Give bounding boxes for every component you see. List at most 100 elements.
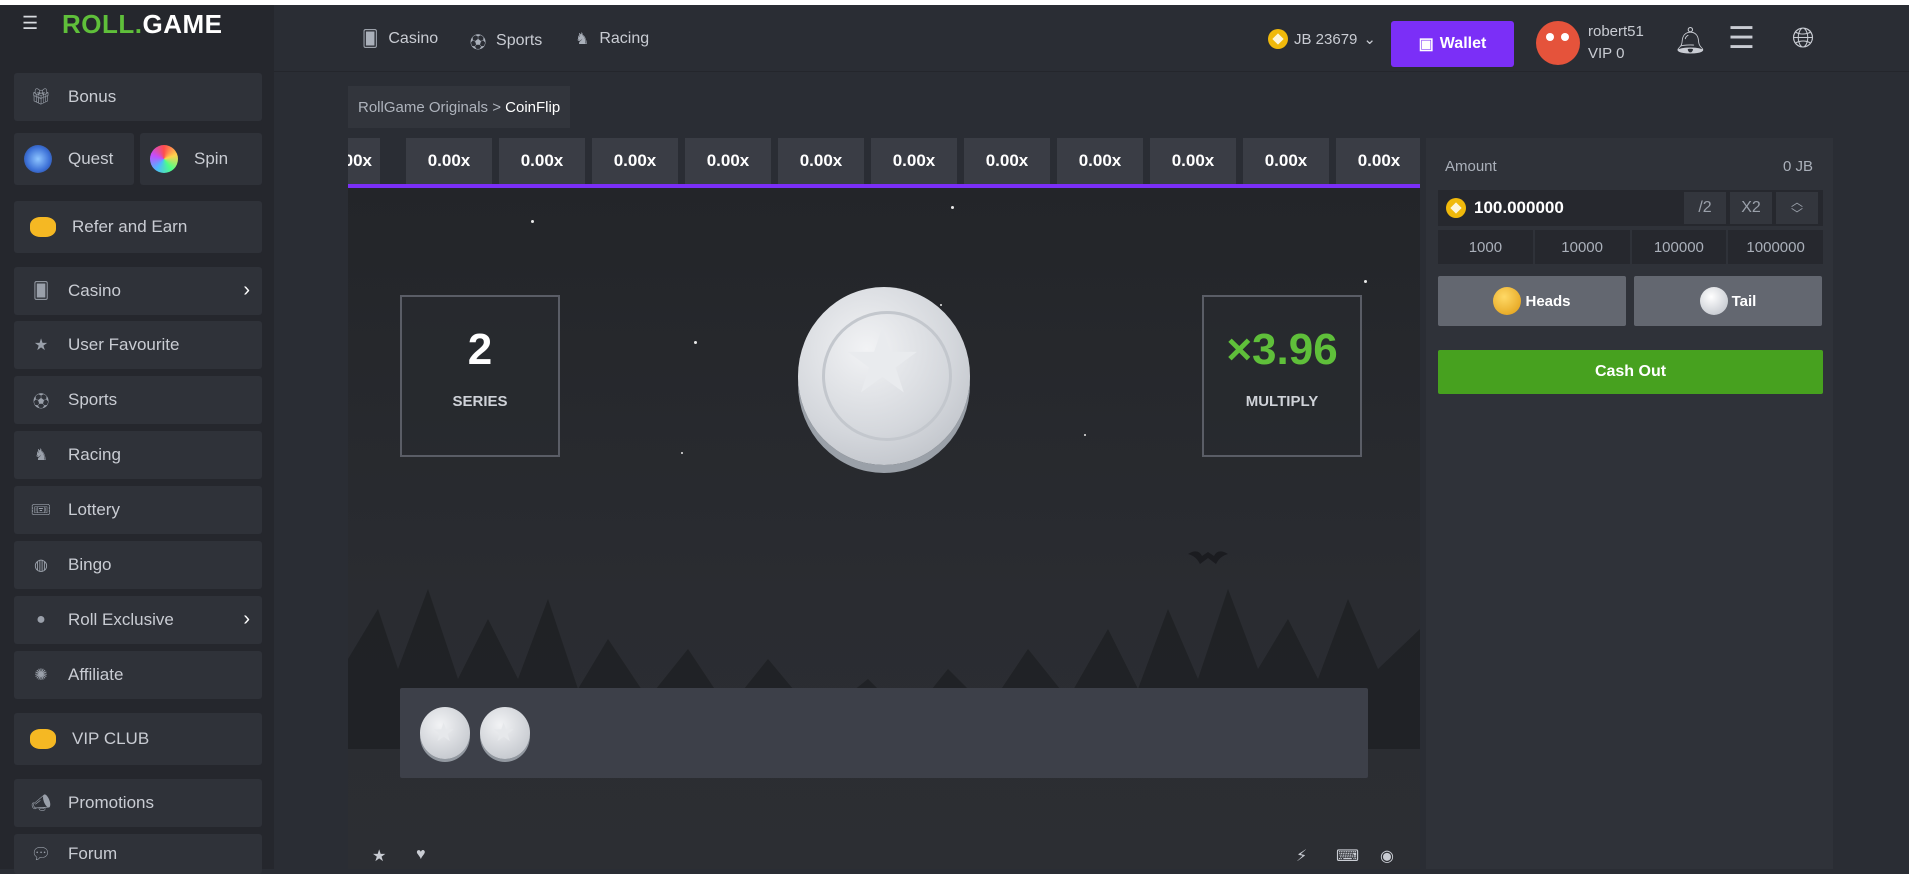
multiplier-cell: 0.00x [685, 138, 771, 184]
star-dot [951, 206, 954, 209]
balance-selector[interactable]: JB 23679 ⌄ [1268, 29, 1376, 49]
quick-amount-button[interactable]: 100000 [1631, 230, 1727, 264]
flip-history: ★ ★ [400, 688, 1368, 778]
history-coin-tail: ★ [420, 707, 470, 759]
logo-dot: . [134, 9, 143, 39]
breadcrumb-parent[interactable]: RollGame Originals [358, 99, 488, 116]
coin-star-icon: ★ [492, 717, 516, 747]
series-value: 2 [467, 325, 493, 374]
top-header: 🂠 Casino ⚽︎ Sports ♞ Racing JB 23679 ⌄ ▣… [274, 5, 1909, 72]
sidebar-item-affiliate[interactable]: ✺ Affiliate [14, 651, 262, 699]
quick-amount-button[interactable]: 10000 [1534, 230, 1630, 264]
wallet-icon: ▣ [1418, 36, 1434, 53]
multiplier-cell: 00x [348, 138, 380, 184]
cards-icon: 🂠 [32, 283, 50, 300]
half-button[interactable]: /2 [1684, 192, 1726, 224]
nav-sports[interactable]: ⚽︎ Sports [470, 29, 542, 53]
wallet-button[interactable]: ▣ Wallet [1391, 21, 1514, 67]
sidebar-item-bonus[interactable]: 🎁︎ Bonus [14, 73, 262, 121]
sidebar-item-racing[interactable]: ♞ Racing [14, 431, 262, 479]
multiplier-cell: 0.00x [871, 138, 957, 184]
bet-panel: Amount 0 JB 100.000000 /2 X2 ︿ ﹀ 1000 10… [1426, 138, 1833, 869]
sidebar-item-lottery[interactable]: 🎟︎ Lottery [14, 486, 262, 534]
multiplier-cell: 0.00x [406, 138, 492, 184]
game-footer: ★ ♥ ⚡︎ ⌨ ◉ [348, 840, 1420, 869]
bat-icon [1188, 551, 1228, 564]
chevron-right-icon[interactable]: › [243, 608, 250, 631]
sidebar-item-sports[interactable]: ⚽︎ Sports [14, 376, 262, 424]
logo-part-1: ROLL [62, 9, 135, 39]
chevron-right-icon[interactable]: › [243, 279, 250, 302]
medal-icon: ● [36, 611, 46, 628]
sidebar-item-favourite[interactable]: ★ User Favourite [14, 321, 262, 369]
keyboard-icon[interactable]: ⌨ [1336, 846, 1359, 866]
amount-value[interactable]: 100.000000 [1474, 198, 1564, 218]
sidebar-item-promotions[interactable]: 📣︎ Promotions [14, 779, 262, 827]
amount-label: Amount [1445, 158, 1497, 175]
double-button[interactable]: X2 [1730, 192, 1772, 224]
sidebar-item-quest[interactable]: Quest [14, 133, 134, 185]
star-dot [940, 304, 942, 306]
sidebar-item-label: Bingo [68, 555, 112, 574]
lightning-icon[interactable]: ⚡︎ [1296, 846, 1307, 866]
silver-coin-icon [1699, 287, 1728, 315]
quick-amount-button[interactable]: 1000 [1438, 230, 1533, 264]
affiliate-icon: ✺ [34, 667, 48, 684]
sidebar-item-label: VIP CLUB [72, 729, 150, 748]
sidebar-item-label: Forum [68, 844, 118, 863]
cards-icon: 🂠 [362, 31, 379, 48]
sidebar-item-vip-club[interactable]: VIP CLUB [14, 713, 262, 765]
sidebar-item-label: User Favourite [68, 335, 180, 354]
wallet-label: Wallet [1439, 35, 1487, 52]
sidebar-item-label: Spin [194, 149, 229, 168]
sidebar-item-label: Roll Exclusive [68, 610, 174, 629]
tail-button[interactable]: Tail [1634, 276, 1822, 326]
sidebar-item-casino[interactable]: 🂠 Casino › [14, 267, 262, 315]
chevron-down-icon[interactable]: ﹀ [1791, 208, 1803, 220]
coins-icon[interactable]: ◉ [1380, 846, 1394, 866]
sidebar-item-roll-exclusive[interactable]: ● Roll Exclusive › [14, 596, 262, 644]
username: robert51 [1588, 23, 1644, 40]
sidebar-item-forum[interactable]: 💬︎ Forum [14, 834, 262, 874]
multiplier-cell: 0.00x [592, 138, 678, 184]
horse-icon: ♞ [33, 447, 49, 464]
breadcrumb-current: CoinFlip [505, 98, 561, 116]
multiply-label: MULTIPLY [1245, 393, 1319, 410]
sidebar-item-label: Bonus [68, 87, 117, 106]
nav-label: Casino [388, 30, 439, 47]
favorite-star-icon[interactable]: ★ [372, 846, 386, 866]
heart-icon[interactable]: ♥ [416, 846, 426, 864]
multiplier-strip: 00x 0.00x 0.00x 0.00x 0.00x 0.00x 0.00x … [348, 138, 1420, 188]
sidebar-item-spin[interactable]: Spin [140, 133, 262, 185]
star-icon: ★ [33, 337, 49, 354]
sidebar: ☰ ROLL.GAME 🎁︎ Bonus Quest Spin Refer an… [0, 5, 274, 874]
menu-icon[interactable]: ☰ [22, 13, 38, 34]
multiplier-cell: 0.00x [1243, 138, 1329, 184]
nav-racing[interactable]: ♞ Racing [575, 29, 649, 49]
stepper-button[interactable]: ︿ ﹀ [1776, 192, 1818, 224]
star-dot [1364, 280, 1367, 283]
cash-out-button[interactable]: Cash Out [1438, 350, 1823, 394]
brand-logo[interactable]: ROLL.GAME [62, 9, 223, 40]
menu-lines-icon[interactable]: ☰ [1728, 21, 1755, 56]
spin-wheel-icon [150, 145, 178, 173]
sidebar-item-label: Affiliate [68, 665, 124, 684]
avatar[interactable] [1536, 21, 1580, 65]
sidebar-item-bingo[interactable]: ◍ Bingo [14, 541, 262, 589]
coin-star-icon: ★ [432, 717, 456, 747]
amount-field[interactable]: 100.000000 /2 X2 ︿ ﹀ [1438, 190, 1823, 226]
nav-casino[interactable]: 🂠 Casino [362, 29, 438, 49]
nav-label: Sports [496, 32, 543, 49]
sidebar-item-label: Refer and Earn [72, 217, 188, 236]
bell-icon[interactable]: 🔔︎ [1674, 25, 1707, 56]
breadcrumb-separator: > [488, 98, 506, 116]
star-dot [531, 220, 534, 223]
quick-amount-button[interactable]: 1000000 [1728, 230, 1823, 264]
globe-icon[interactable]: 🌐︎ [1792, 22, 1814, 55]
coin-star-icon: ★ [842, 312, 923, 412]
sidebar-item-label: Promotions [68, 793, 154, 812]
history-coin-tail: ★ [480, 707, 530, 759]
heads-button[interactable]: Heads [1438, 276, 1626, 326]
main-coin: ★ [798, 287, 970, 465]
sidebar-item-refer[interactable]: Refer and Earn [14, 201, 262, 253]
